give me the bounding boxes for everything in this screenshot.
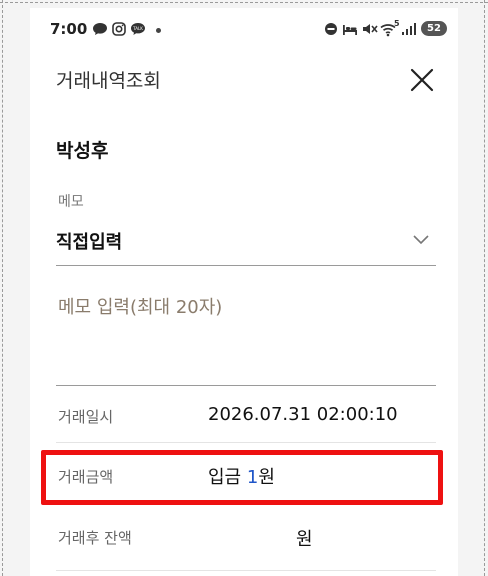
frame-border-left — [2, 0, 3, 576]
transaction-date-label: 거래일시 — [58, 408, 114, 426]
balance-unit: 원 — [296, 529, 313, 550]
divider — [56, 503, 436, 504]
amount-unit: 원 — [258, 467, 275, 488]
transaction-date-value: 2026.07.31 02:00:10 — [208, 404, 398, 425]
memo-input[interactable] — [56, 278, 436, 386]
balance-after-label: 거래후 잔액 — [58, 529, 132, 547]
mute-icon — [362, 22, 378, 39]
status-bar: 7:00 TALK 5 52 — [30, 8, 458, 52]
page-title: 거래내역조회 — [56, 70, 161, 92]
close-icon — [410, 68, 434, 92]
amount-number: 1 — [246, 467, 259, 488]
wifi-badge: 5 — [394, 19, 400, 28]
signal-icon — [401, 22, 417, 39]
memo-type-selected: 직접입력 — [56, 232, 123, 253]
frame-border-right — [484, 0, 485, 576]
close-button[interactable] — [408, 66, 436, 94]
svg-text:TALK: TALK — [132, 26, 143, 31]
divider — [56, 570, 436, 571]
notification-dot-icon — [156, 28, 161, 33]
instagram-icon — [112, 22, 126, 39]
chevron-down-icon — [413, 235, 429, 245]
sleep-mode-icon — [342, 22, 358, 39]
memo-label: 메모 — [58, 194, 84, 210]
phone-screen: 7:00 TALK 5 52 거래내역조회 박성후 메모 직접입력 메모 입력(… — [30, 8, 458, 576]
balance-after-value: 원 — [296, 525, 313, 551]
account-holder-name: 박성후 — [56, 140, 109, 162]
amount-type: 입금 — [208, 467, 242, 488]
wifi-icon: 5 — [380, 19, 400, 40]
memo-type-dropdown[interactable]: 직접입력 — [56, 220, 436, 266]
battery-indicator: 52 — [421, 21, 447, 36]
do-not-disturb-icon — [324, 22, 338, 39]
transaction-amount-label: 거래금액 — [58, 468, 114, 486]
chat-bubble-icon — [92, 22, 108, 39]
divider — [56, 442, 436, 443]
transaction-amount-value: 입금 1원 — [208, 463, 275, 489]
kakaotalk-icon: TALK — [130, 22, 146, 39]
screenshot-frame: 7:00 TALK 5 52 거래내역조회 박성후 메모 직접입력 메모 입력(… — [0, 0, 488, 576]
status-time: 7:00 — [50, 20, 88, 38]
frame-border-top — [0, 2, 488, 3]
